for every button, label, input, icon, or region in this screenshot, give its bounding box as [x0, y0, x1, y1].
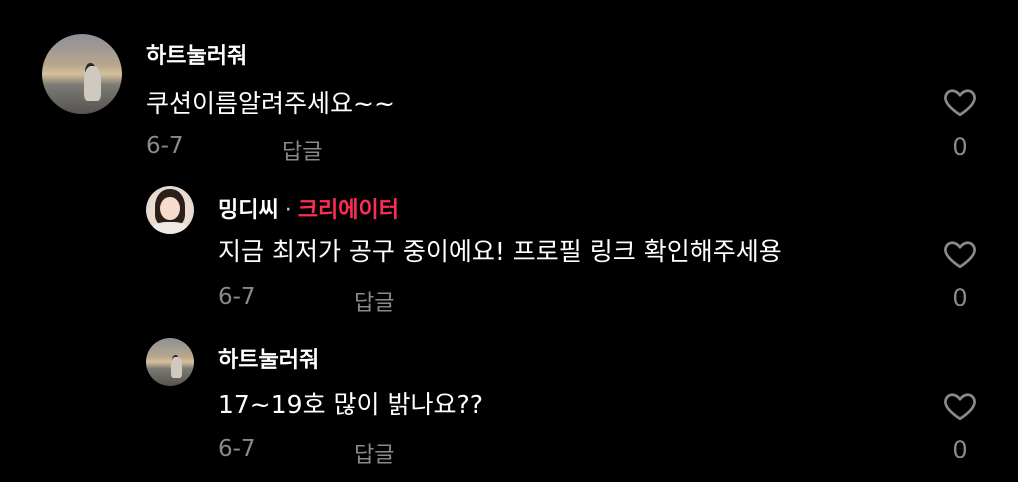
like-count: 0 [952, 284, 968, 312]
name-separator: · [284, 198, 292, 223]
creator-badge: 크리에이터 [297, 198, 399, 223]
comment-username[interactable]: 하트눌러줘 [146, 38, 247, 70]
reply-button[interactable]: 답글 [354, 285, 394, 317]
avatar-figure [170, 357, 182, 379]
heart-outline-icon[interactable] [942, 84, 978, 120]
comment-text: 지금 최저가 공구 중이에요! 프로필 링크 확인해주세용 [218, 237, 782, 266]
username-text[interactable]: 밍디씨 [218, 198, 279, 223]
comment-username[interactable]: 하트눌러줘 [218, 342, 319, 374]
avatar-face [160, 196, 180, 220]
comment-date: 6-7 [218, 284, 256, 310]
like-count: 0 [952, 133, 968, 161]
heart-outline-icon[interactable] [942, 388, 978, 424]
comment-item: 하트눌러줘 쿠션이름알려주세요~~ 6-7 답글 0 [0, 0, 1018, 170]
comment-username[interactable]: 밍디씨 · 크리에이터 [218, 192, 399, 224]
comment-date: 6-7 [146, 133, 184, 159]
comment-text: 17~19호 많이 밝나요?? [218, 390, 484, 419]
avatar-figure [83, 66, 102, 102]
avatar[interactable] [146, 338, 194, 386]
reply-item: 하트눌러줘 17~19호 많이 밝나요?? 6-7 답글 0 [0, 325, 1018, 482]
heart-outline-icon[interactable] [942, 236, 978, 272]
comment-text: 쿠션이름알려주세요~~ [146, 89, 395, 118]
avatar[interactable] [146, 186, 194, 234]
reply-item: 밍디씨 · 크리에이터 지금 최저가 공구 중이에요! 프로필 링크 확인해주세용 … [0, 170, 1018, 325]
comment-date: 6-7 [218, 436, 256, 462]
like-count: 0 [952, 436, 968, 464]
avatar[interactable] [42, 34, 122, 114]
avatar-body [153, 222, 187, 234]
reply-button[interactable]: 답글 [354, 437, 394, 469]
reply-button[interactable]: 답글 [282, 134, 322, 166]
